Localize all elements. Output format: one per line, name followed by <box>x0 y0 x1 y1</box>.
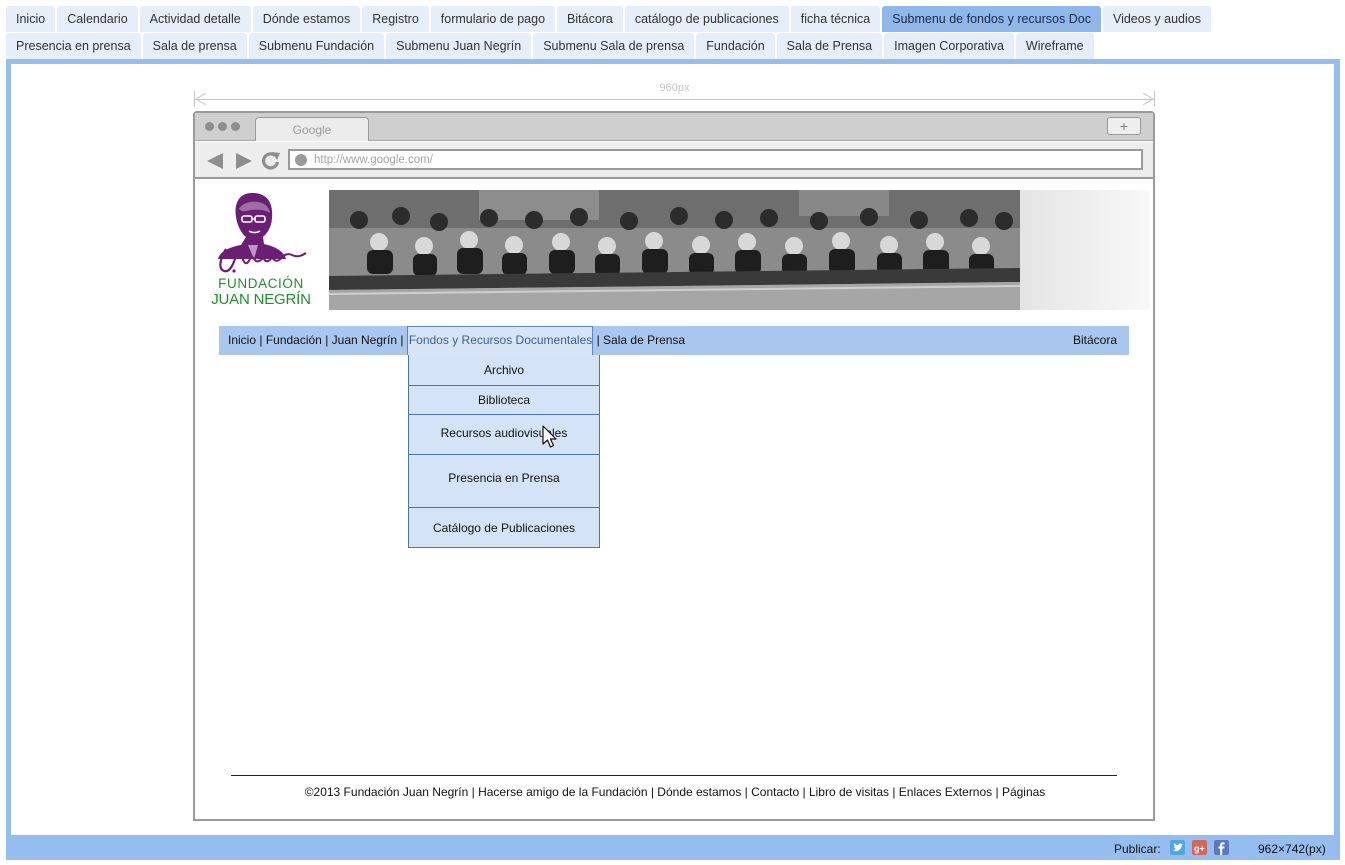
nav-separator: | <box>321 333 332 347</box>
nav-item-fundacion[interactable]: Fundación <box>266 333 322 347</box>
page-tabs-row-2: Presencia en prensa Sala de prensa Subme… <box>6 33 1096 59</box>
ruler-tick-right <box>1154 91 1155 107</box>
forward-arrow-icon[interactable] <box>234 151 254 171</box>
logo-text-juan-negrin: JUAN NEGRÍN <box>211 291 311 308</box>
dropdown-item-biblioteca[interactable]: Biblioteca <box>409 385 599 414</box>
nav-links: Inicio | Fundación | Juan Negrín | Fondo… <box>228 326 685 355</box>
page-tab-formulario-de-pago[interactable]: formulario de pago <box>430 6 556 32</box>
page-tab-submenu-juan-negrin[interactable]: Submenu Juan Negrín <box>386 33 532 59</box>
page-tab-actividad-detalle[interactable]: Actividad detalle <box>139 6 251 32</box>
site-footer-links[interactable]: ©2013 Fundación Juan Negrín | Hacerse am… <box>194 785 1156 799</box>
dropdown-item-archivo[interactable]: Archivo <box>409 355 599 385</box>
address-bar[interactable]: http://www.google.com/ <box>288 149 1143 170</box>
mouse-cursor-icon <box>542 425 557 448</box>
page-tab-submenu-fondos-recursos[interactable]: Submenu de fondos y recursos Doc <box>882 6 1101 32</box>
ruler-label: 960px <box>659 82 690 94</box>
reload-icon[interactable] <box>261 151 281 171</box>
fundacion-logo[interactable]: FUNDACIÓN JUAN NEGRÍN <box>208 189 314 310</box>
page-tab-inicio[interactable]: Inicio <box>6 6 56 32</box>
page-tab-imagen-corporativa[interactable]: Imagen Corporativa <box>884 33 1014 59</box>
share-label: Publicar: <box>1114 842 1161 856</box>
page-tab-fundacion[interactable]: Fundación <box>696 33 775 59</box>
page-tab-ficha-tecnica[interactable]: ficha técnica <box>790 6 881 32</box>
nav-item-inicio[interactable]: Inicio <box>228 333 256 347</box>
main-navigation: Inicio | Fundación | Juan Negrín | Fondo… <box>219 326 1129 355</box>
page-tab-submenu-sala-de-prensa[interactable]: Submenu Sala de prensa <box>533 33 695 59</box>
browser-tab-bar: Google + <box>195 113 1153 141</box>
ruler-arrow-right-icon <box>1143 93 1153 105</box>
page-tab-sala-de-prensa[interactable]: Sala de prensa <box>142 33 247 59</box>
new-tab-button[interactable]: + <box>1107 117 1141 135</box>
ruler-line <box>194 99 1155 100</box>
back-arrow-icon[interactable] <box>205 151 225 171</box>
browser-toolbar: http://www.google.com/ <box>195 142 1153 179</box>
page-tab-catalogo-de-publicaciones[interactable]: catálogo de publicaciones <box>624 6 789 32</box>
page-tab-bitacora[interactable]: Bitácora <box>557 6 623 32</box>
page-tab-presencia-en-prensa[interactable]: Presencia en prensa <box>6 33 141 59</box>
dropdown-item-recursos-audiovisuales[interactable]: Recursos audiovisuales <box>409 414 599 454</box>
facebook-icon[interactable] <box>1214 840 1229 855</box>
nav-separator: | <box>256 333 266 347</box>
address-url: http://www.google.com/ <box>314 154 433 166</box>
page-tab-videos-y-audios[interactable]: Videos y audios <box>1102 6 1211 32</box>
nav-item-juan-negrin[interactable]: Juan Negrín <box>332 333 397 347</box>
dropdown-item-presencia-en-prensa[interactable]: Presencia en Prensa <box>409 454 599 507</box>
page-tab-registro[interactable]: Registro <box>362 6 429 32</box>
header-banner-image <box>329 190 1020 310</box>
header-banner-fade <box>1020 190 1150 310</box>
browser-tab[interactable]: Google <box>255 117 369 141</box>
page-tab-wireframe[interactable]: Wireframe <box>1015 33 1094 59</box>
assembly-photo-icon <box>329 190 1020 310</box>
nav-item-fondos-recursos[interactable]: Fondos y Recursos Documentales <box>406 326 594 355</box>
fondos-dropdown-menu: Archivo Biblioteca Recursos audiovisuale… <box>408 355 600 548</box>
nav-item-bitacora[interactable]: Bitácora <box>1073 326 1117 355</box>
nav-separator: | <box>397 333 407 347</box>
site-info-icon <box>295 154 307 166</box>
portrait-logo-icon <box>218 193 307 273</box>
ruler-arrow-left-icon <box>196 93 206 105</box>
window-dot-icon <box>218 122 227 131</box>
ruler-tick-left <box>194 91 195 107</box>
nav-separator: | <box>593 333 604 347</box>
footer-divider <box>231 775 1117 776</box>
width-ruler: 960px <box>194 82 1155 107</box>
window-dot-icon <box>231 122 240 131</box>
canvas-dimensions: 962×742(px) <box>1258 842 1326 856</box>
window-dot-icon <box>205 122 214 131</box>
google-plus-icon[interactable]: g+ <box>1192 840 1207 855</box>
dropdown-item-catalogo-publicaciones[interactable]: Catálogo de Publicaciones <box>409 507 599 547</box>
page-tab-calendario[interactable]: Calendario <box>57 6 138 32</box>
page-tab-donde-estamos[interactable]: Dónde estamos <box>252 6 361 32</box>
nav-item-sala-de-prensa[interactable]: Sala de Prensa <box>603 333 685 347</box>
logo-text-fundacion: FUNDACIÓN <box>218 276 304 291</box>
page-tab-submenu-fundacion[interactable]: Submenu Fundación <box>248 33 385 59</box>
page-tab-sala-de-prensa-2[interactable]: Sala de Prensa <box>776 33 883 59</box>
svg-text:g+: g+ <box>1194 844 1205 854</box>
twitter-icon[interactable] <box>1170 840 1185 855</box>
page-tabs-row-1: Inicio Calendario Actividad detalle Dónd… <box>6 6 1213 32</box>
